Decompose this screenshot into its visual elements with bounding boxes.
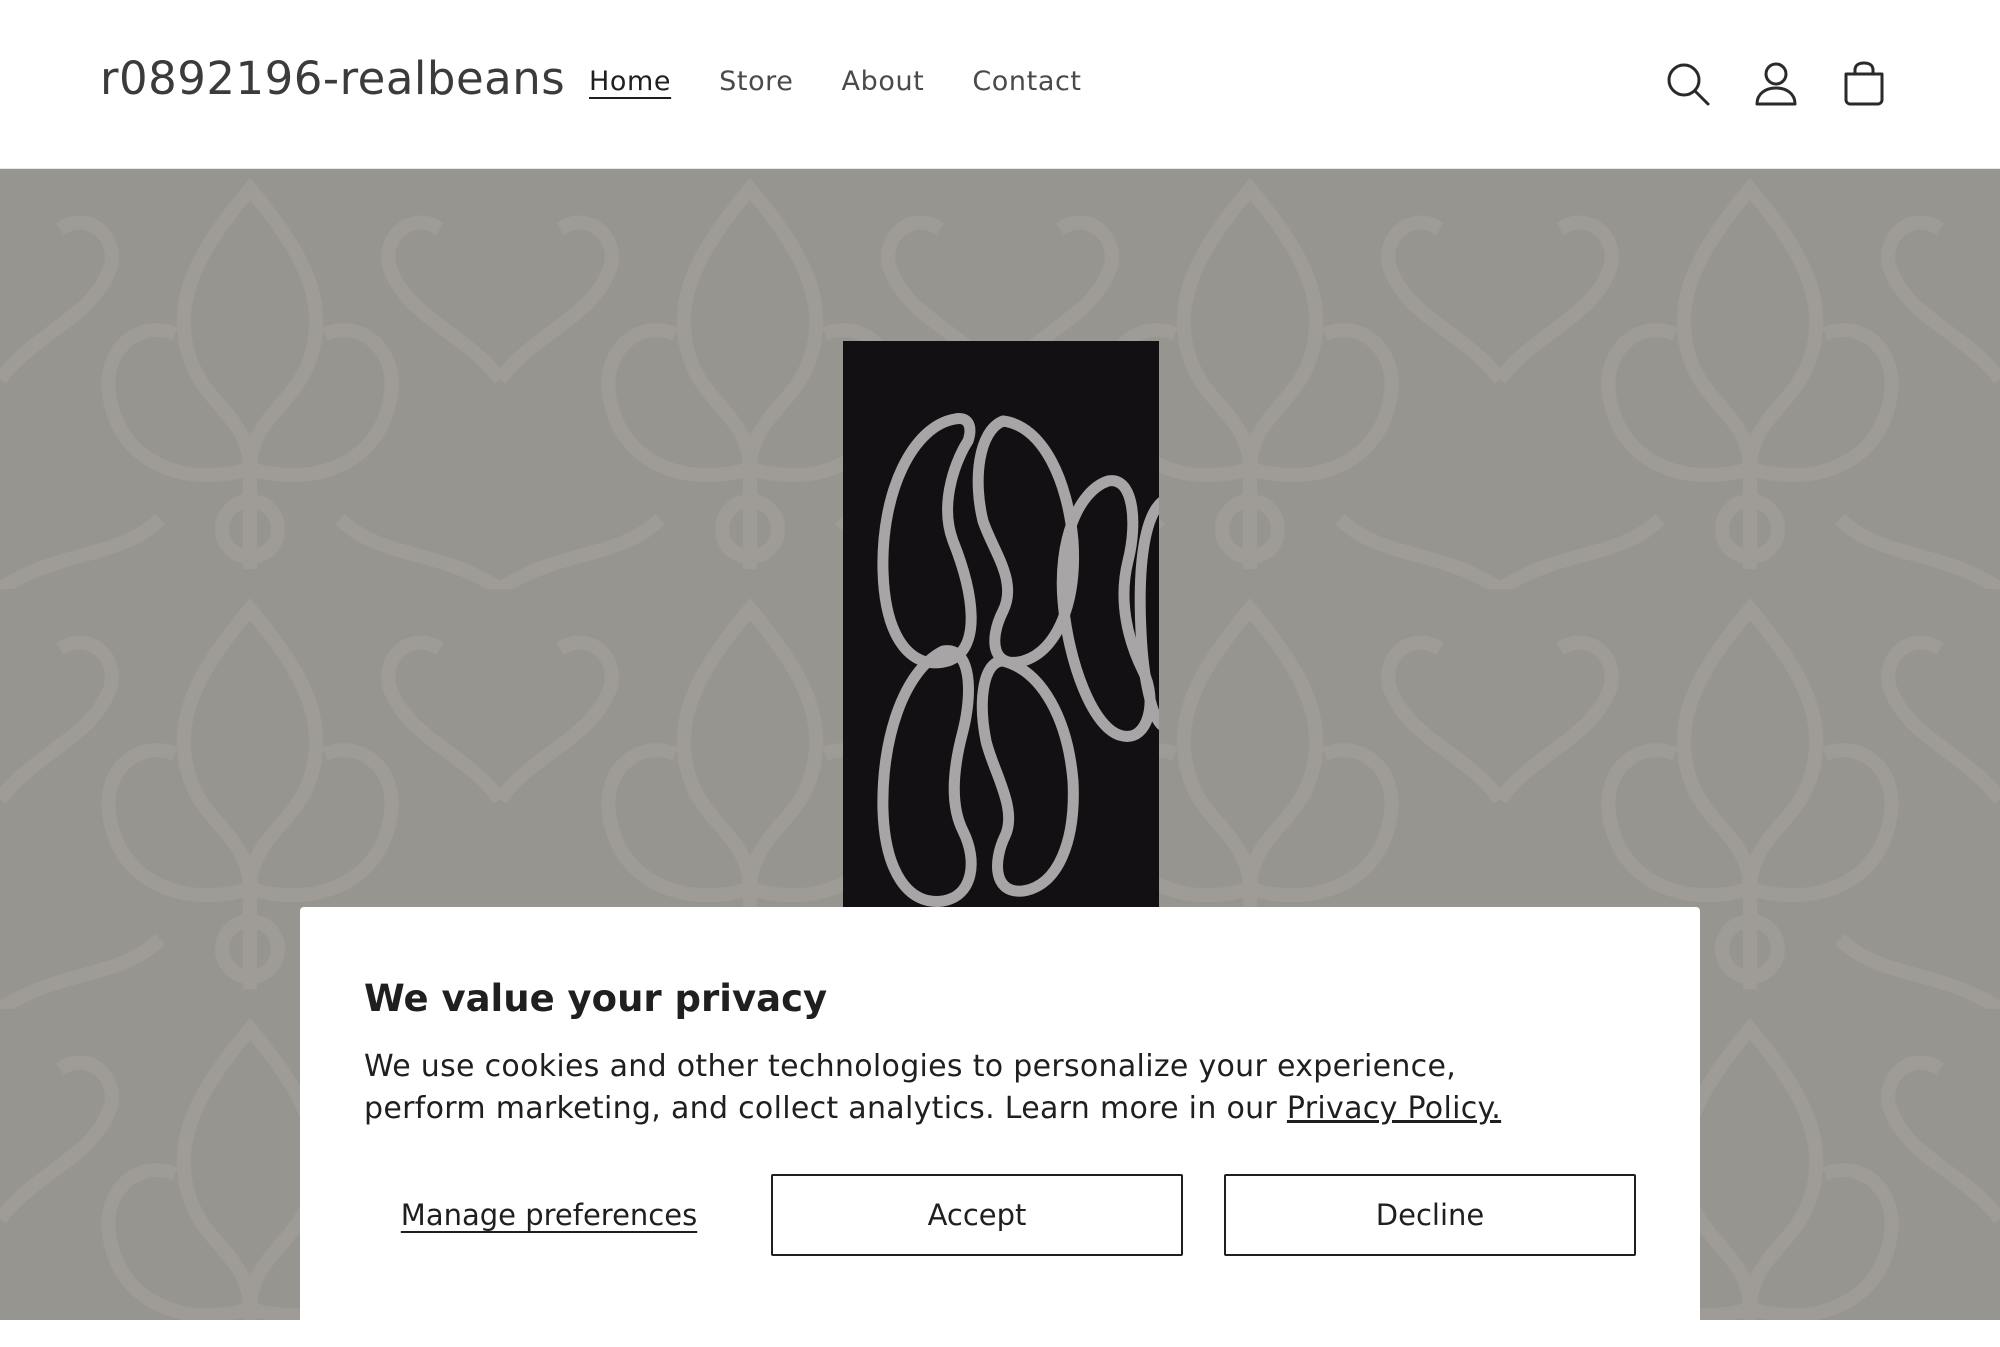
nav-about[interactable]: About <box>842 66 925 97</box>
search-icon[interactable] <box>1664 60 1712 108</box>
accept-button[interactable]: Accept <box>771 1174 1183 1256</box>
nav-store[interactable]: Store <box>719 66 793 97</box>
site-logo[interactable]: r0892196-realbeans <box>100 52 565 105</box>
privacy-policy-link[interactable]: Privacy Policy. <box>1287 1091 1501 1126</box>
banner-title: We value your privacy <box>364 977 828 1020</box>
cookie-consent-banner: We value your privacy We use cookies and… <box>300 907 1700 1347</box>
banner-actions: Manage preferences Accept Decline <box>364 1174 1636 1256</box>
decline-button[interactable]: Decline <box>1224 1174 1636 1256</box>
cart-icon[interactable] <box>1840 60 1888 108</box>
banner-description: We use cookies and other technologies to… <box>364 1046 1564 1130</box>
nav-home[interactable]: Home <box>589 66 671 97</box>
coffee-beans-image <box>843 341 1159 911</box>
manage-preferences-button[interactable]: Manage preferences <box>364 1174 734 1256</box>
account-icon[interactable] <box>1752 60 1800 108</box>
nav-contact[interactable]: Contact <box>972 66 1081 97</box>
site-header: r0892196-realbeans Home Store About Cont… <box>0 0 2000 169</box>
main-nav: Home Store About Contact <box>589 66 1082 97</box>
